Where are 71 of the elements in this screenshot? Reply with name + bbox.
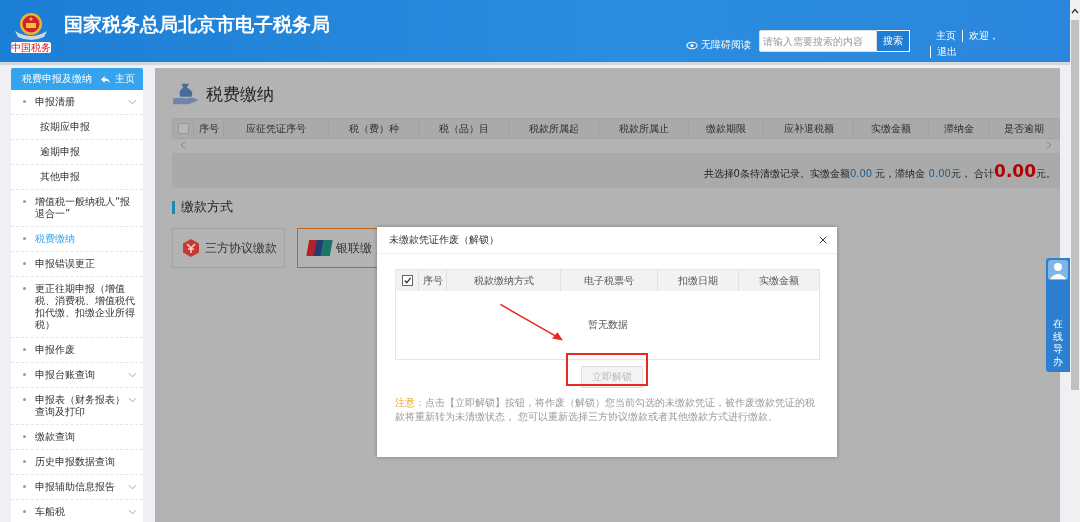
empty-message: 暂无数据 <box>587 318 628 332</box>
column-header: 电子税票号 <box>560 270 657 291</box>
sidebar-item[interactable]: 申报作废 <box>11 338 143 363</box>
search-button[interactable]: 搜索 <box>877 30 910 52</box>
sidebar-item[interactable]: 申报台账查询 <box>11 363 143 388</box>
column-header: 税（费）种 <box>328 119 418 138</box>
summary-text: 共选择0条待清缴记录。实缴金额0.00 元，滞纳金 0.00元， 合计0.00元。 <box>703 160 1056 181</box>
page-title: 税费缴纳 <box>206 82 274 106</box>
column-header: 税（品）目 <box>418 119 508 138</box>
column-header: 税款缴纳方式 <box>446 270 561 291</box>
close-icon <box>819 236 827 244</box>
sidebar-title: 税费申报及缴纳 <box>22 72 92 86</box>
column-header: 应征凭证序号 <box>223 119 328 138</box>
nav-link[interactable]: 主页 <box>930 30 962 42</box>
section-title: 缴款方式 <box>181 198 233 216</box>
bullet-icon <box>23 287 26 290</box>
sidebar-item[interactable]: 增值税一般纳税人“报退合一” <box>11 190 143 227</box>
sidebar-item[interactable]: 申报辅助信息报告 <box>11 475 143 500</box>
hexagon-icon <box>180 238 201 258</box>
search-field[interactable]: 请输入需要搜索的内容 <box>759 30 877 52</box>
scroll-up-icon[interactable] <box>1071 8 1079 14</box>
sidebar-item[interactable]: 历史申报数据查询 <box>11 450 143 475</box>
sidebar-subitem[interactable]: 按期应申报 <box>11 115 143 140</box>
bullet-icon <box>23 510 26 513</box>
bullet-icon <box>23 398 26 401</box>
site-title: 国家税务总局北京市电子税务局 <box>64 12 330 37</box>
help-widget[interactable]: 在线导办 <box>1046 258 1070 372</box>
bullet-icon <box>23 237 26 240</box>
sidebar-item[interactable]: 申报表（财务报表）查询及打印 <box>11 388 143 425</box>
sidebar-item[interactable]: 申报清册 <box>11 90 143 115</box>
scroll-right-icon[interactable] <box>1046 141 1052 149</box>
sidebar-item[interactable]: 车船税 <box>11 500 143 522</box>
bullet-icon <box>23 200 26 203</box>
bullet-icon <box>23 262 26 265</box>
bullet-icon <box>23 460 26 463</box>
column-header: 实缴金额 <box>737 270 819 291</box>
bullet-icon <box>23 373 26 376</box>
sidebar-item[interactable]: 更正往期申报（增值税、消费税、增值税代扣代缴、扣缴企业所得税） <box>11 277 143 338</box>
column-header: 序号 <box>418 270 446 291</box>
column-header: 应补退税额 <box>763 119 853 138</box>
close-button[interactable] <box>817 234 829 246</box>
sidebar-subitem[interactable]: 其他申报 <box>11 165 143 190</box>
note-text: 注意：点击【立即解锁】按钮，将作废（解锁）您当前勾选的未缴款凭证，被作废缴款凭证的税款将重新转为未清缴状态， 您可以重新选择三方协议缴款或者其他缴款方式进行缴款。 <box>395 396 816 424</box>
back-arrow-icon <box>100 74 111 84</box>
accessibility-link[interactable]: 无障碍阅读 <box>686 38 751 52</box>
logo-caption: 中国税务 <box>11 41 51 53</box>
sidebar-subitem[interactable]: 逾期申报 <box>11 140 143 165</box>
bullet-icon <box>23 485 26 488</box>
column-header: 税款所属起 <box>508 119 598 138</box>
checkbox[interactable] <box>177 123 189 134</box>
nav-link[interactable]: 欢迎， <box>962 30 1053 42</box>
column-header: 序号 <box>193 119 223 138</box>
sidebar-item[interactable]: 缴款查询 <box>11 425 143 450</box>
money-bag-icon <box>172 82 200 106</box>
payment-method-button[interactable]: 三方协议缴款 <box>172 228 285 268</box>
person-icon <box>1048 260 1068 280</box>
eye-icon <box>686 40 698 50</box>
checkbox[interactable] <box>401 275 413 286</box>
nav-link[interactable]: 退出 <box>930 46 963 58</box>
column-header: 滞纳金 <box>928 119 988 138</box>
column-header: 是否逾期 <box>988 119 1059 138</box>
column-header: 实缴金额 <box>853 119 928 138</box>
column-header: 扣缴日期 <box>656 270 738 291</box>
bullet-icon <box>23 100 26 103</box>
bullet-icon <box>23 348 26 351</box>
column-header: 税款所属止 <box>598 119 688 138</box>
card-logo-icon <box>306 240 333 256</box>
bullet-icon <box>23 435 26 438</box>
sidebar-item[interactable]: 申报错误更正 <box>11 252 143 277</box>
scroll-left-icon[interactable] <box>180 141 186 149</box>
column-header: 缴款期限 <box>688 119 763 138</box>
